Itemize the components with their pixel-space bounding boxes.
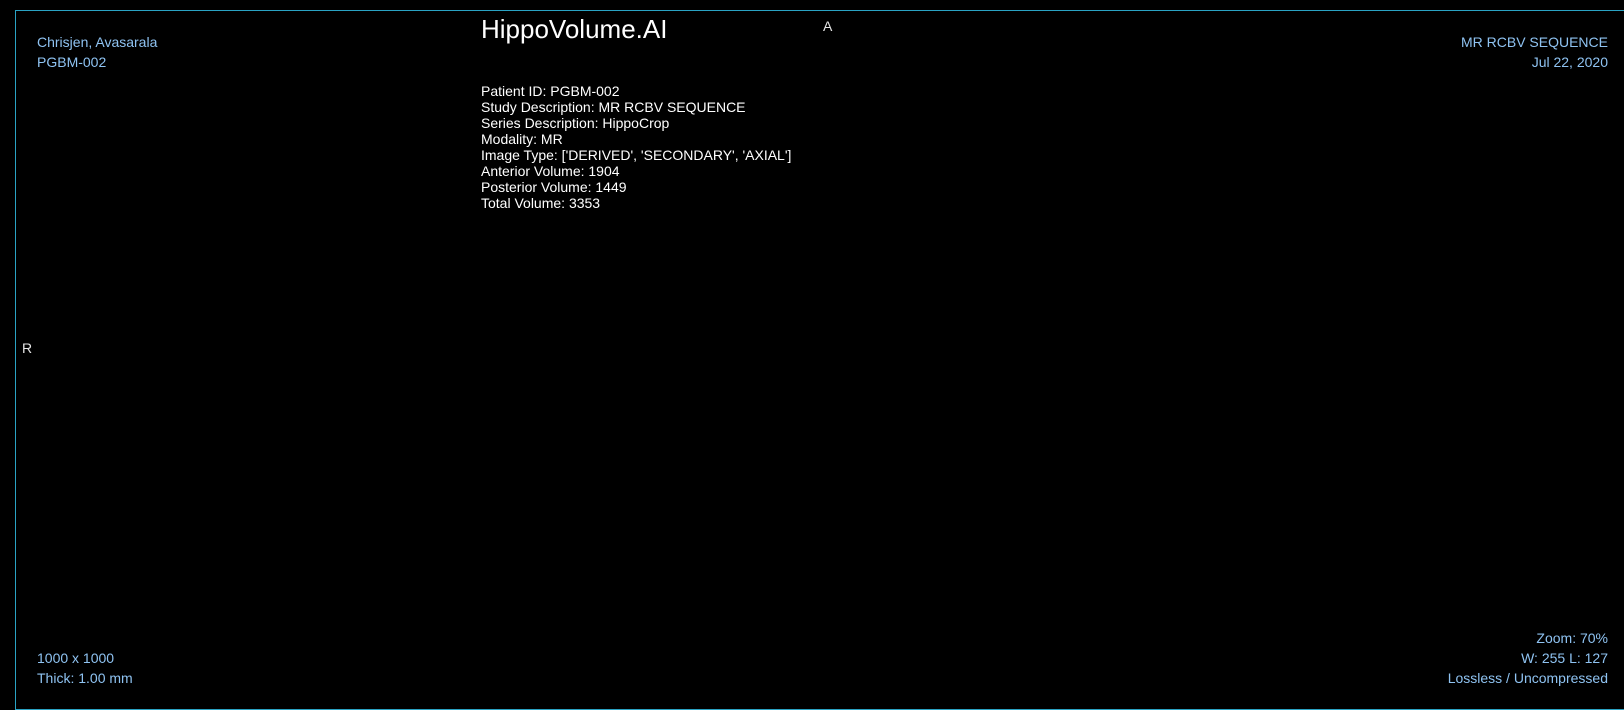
- report-title: HippoVolume.AI: [481, 14, 668, 44]
- patient-id: PGBM-002: [37, 54, 107, 70]
- zoom-level: Zoom: 70%: [1536, 630, 1608, 646]
- report-line-study-description: Study Description: MR RCBV SEQUENCE: [481, 99, 746, 115]
- report-line-series-description: Series Description: HippoCrop: [481, 115, 670, 131]
- viewport-gutter: [0, 10, 15, 710]
- overlay-top-left: Chrisjen, Avasarala PGBM-002: [37, 32, 157, 72]
- report-line-patient-id: Patient ID: PGBM-002: [481, 83, 620, 99]
- overlay-bottom-left: 1000 x 1000 Thick: 1.00 mm: [37, 648, 133, 688]
- report-line-image-type: Image Type: ['DERIVED', 'SECONDARY', 'AX…: [481, 147, 792, 163]
- report-line-posterior-volume: Posterior Volume: 1449: [481, 179, 627, 195]
- report-line-total-volume: Total Volume: 3353: [481, 195, 601, 211]
- orientation-marker-left: R: [22, 340, 33, 356]
- overlay-bottom-right: Zoom: 70% W: 255 L: 127 Lossless / Uncom…: [1448, 628, 1608, 688]
- compression-status: Lossless / Uncompressed: [1447, 670, 1608, 686]
- patient-name: Chrisjen, Avasarala: [37, 34, 158, 50]
- report-line-modality: Modality: MR: [481, 131, 563, 147]
- report-line-anterior-volume: Anterior Volume: 1904: [481, 163, 620, 179]
- orientation-marker-top: A: [823, 18, 833, 34]
- study-date: Jul 22, 2020: [1531, 54, 1608, 70]
- slice-thickness: Thick: 1.00 mm: [37, 670, 133, 686]
- image-dimensions: 1000 x 1000: [37, 650, 115, 666]
- overlay-top-right: MR RCBV SEQUENCE Jul 22, 2020: [1461, 32, 1608, 72]
- report-lines: Patient ID: PGBM-002 Study Description: …: [481, 83, 791, 211]
- window-level: W: 255 L: 127: [1521, 650, 1608, 666]
- study-description: MR RCBV SEQUENCE: [1460, 34, 1608, 50]
- image-viewport[interactable]: [15, 10, 1624, 710]
- volume-report: HippoVolume.AI Patient ID: PGBM-002 Stud…: [481, 12, 791, 211]
